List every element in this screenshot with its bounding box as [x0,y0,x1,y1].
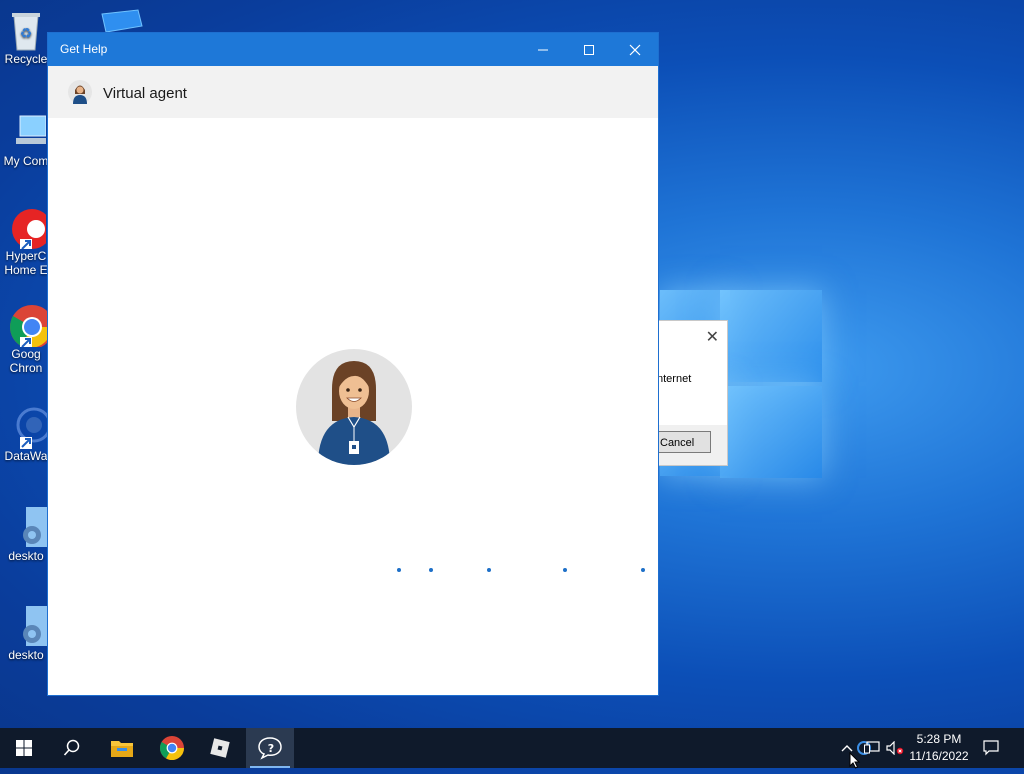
dialog-close-icon[interactable]: ✕ [706,327,719,347]
virtual-agent-avatar-icon [68,80,92,104]
close-icon [629,44,641,55]
file-explorer-icon [111,741,133,757]
search-icon [63,739,80,756]
dialog-cancel-button[interactable]: Cancel [657,431,711,453]
network-button[interactable] [862,728,882,768]
datawagon-icon [6,405,52,449]
loading-dot [429,568,433,572]
desktop-icon-my-computer[interactable]: My Com [0,110,52,168]
close-button[interactable] [612,33,658,66]
desktop-icon-google-chrome[interactable]: Goog Chron [0,303,54,375]
search-button[interactable] [48,728,96,768]
get-help-window: Get Help Virtual agent [47,32,659,696]
chrome-icon [6,303,54,349]
roblox-icon [210,738,230,758]
chrome-icon [160,736,184,760]
desktop-file-icon [6,604,50,646]
desktop-icon-desktop-file-1[interactable]: deskto [0,505,52,563]
minimize-icon [538,49,548,50]
loading-dot [641,568,645,572]
svg-text:♻: ♻ [20,25,33,41]
network-icon [864,741,880,754]
taskbar: ? 5:28 PM 11/16/2022 [0,728,1024,768]
clock-date: 11/16/2022 [909,749,969,763]
computer-icon [6,110,47,150]
hypercam-icon [6,205,52,251]
desktop-icon-hypercam[interactable]: HyperC Home E [0,205,52,277]
minimize-button[interactable] [520,33,566,66]
taskbar-clock[interactable]: 5:28 PM 11/16/2022 [905,731,973,765]
start-icon [16,740,32,756]
desktop-icon-datawagon[interactable]: DataWa [0,405,52,463]
agent-header: Virtual agent [48,66,658,118]
desktop-icon-recycle-bin[interactable]: ♻ Recycle [0,8,52,66]
desktop-file-icon [6,505,50,547]
maximize-button[interactable] [566,33,612,66]
volume-button[interactable] [884,728,906,768]
background-dialog: ✕ nternet Cancel [656,320,728,466]
start-button[interactable] [0,728,48,768]
loading-dot [563,568,567,572]
notification-icon [983,740,999,756]
clock-time: 5:28 PM [916,732,962,746]
get-help-icon: ? [258,737,282,760]
agent-name: Virtual agent [103,85,187,102]
title-bar[interactable]: Get Help [48,33,658,66]
maximize-icon [584,44,594,55]
desktop-icon-desktop-file-2[interactable]: deskto [0,604,52,662]
dialog-text: nternet [657,373,692,385]
mouse-cursor [849,751,861,774]
virtual-agent-illustration [296,349,412,465]
recycle-bin-icon: ♻ [6,8,46,51]
chevron-up-icon [841,745,853,752]
loading-dot [397,568,401,572]
loading-dot [487,568,491,572]
taskbar-chrome[interactable] [148,728,196,768]
cursor-icon [849,751,861,769]
taskbar-get-help[interactable]: ? [246,728,294,768]
taskbar-file-explorer[interactable] [98,728,146,768]
window-title: Get Help [60,42,108,56]
svg-text:?: ? [268,742,274,755]
taskbar-roblox[interactable] [196,728,244,768]
volume-muted-icon [886,741,904,755]
action-center-button[interactable] [978,728,1004,768]
